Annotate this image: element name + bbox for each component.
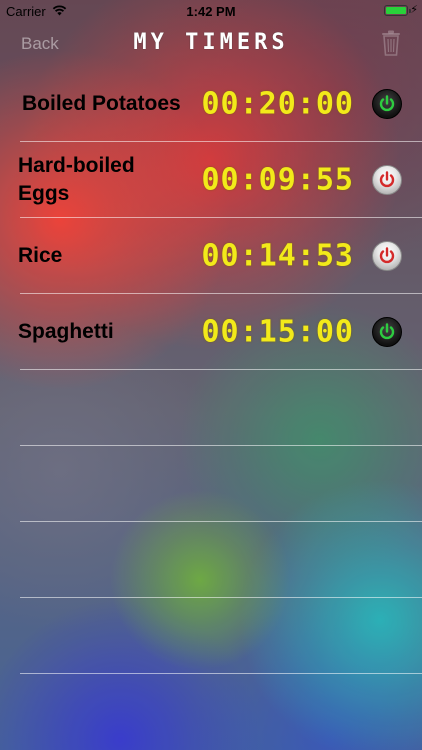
status-bar: Carrier 1:42 PM ⚡ <box>0 0 422 22</box>
timer-name: Boiled Potatoes <box>22 92 181 115</box>
timer-name: Rice <box>18 244 63 267</box>
empty-row <box>0 522 422 598</box>
timer-row[interactable]: Boiled Potatoes 00:20:00 <box>0 66 422 142</box>
empty-row <box>0 370 422 446</box>
status-time: 1:42 PM <box>186 4 236 19</box>
timer-time: 00:09:55 <box>201 162 354 198</box>
timer-name: Spaghetti <box>18 320 114 343</box>
page-title: MY TIMERS <box>133 30 289 55</box>
timer-time: 00:20:00 <box>201 86 354 122</box>
trash-icon[interactable] <box>380 30 402 56</box>
timer-row[interactable]: Spaghetti 00:15:00 <box>0 294 422 370</box>
power-off-icon[interactable] <box>372 165 402 195</box>
timer-time: 00:15:00 <box>201 314 354 350</box>
charging-icon: ⚡ <box>410 4 418 16</box>
timer-list: Boiled Potatoes 00:20:00 Hard-boiled Egg… <box>0 66 422 674</box>
power-on-icon[interactable] <box>372 317 402 347</box>
timer-row[interactable]: Rice 00:14:53 <box>0 218 422 294</box>
timer-name: Hard-boiled Eggs <box>18 154 135 205</box>
power-off-icon[interactable] <box>372 241 402 271</box>
power-on-icon[interactable] <box>372 89 402 119</box>
timer-row[interactable]: Hard-boiled Eggs 00:09:55 <box>0 142 422 218</box>
empty-row <box>0 598 422 674</box>
timer-time: 00:14:53 <box>201 238 354 274</box>
navigation-bar: Back MY TIMERS <box>0 22 422 66</box>
row-divider <box>20 673 422 674</box>
battery-icon <box>384 5 411 16</box>
empty-row <box>0 446 422 522</box>
